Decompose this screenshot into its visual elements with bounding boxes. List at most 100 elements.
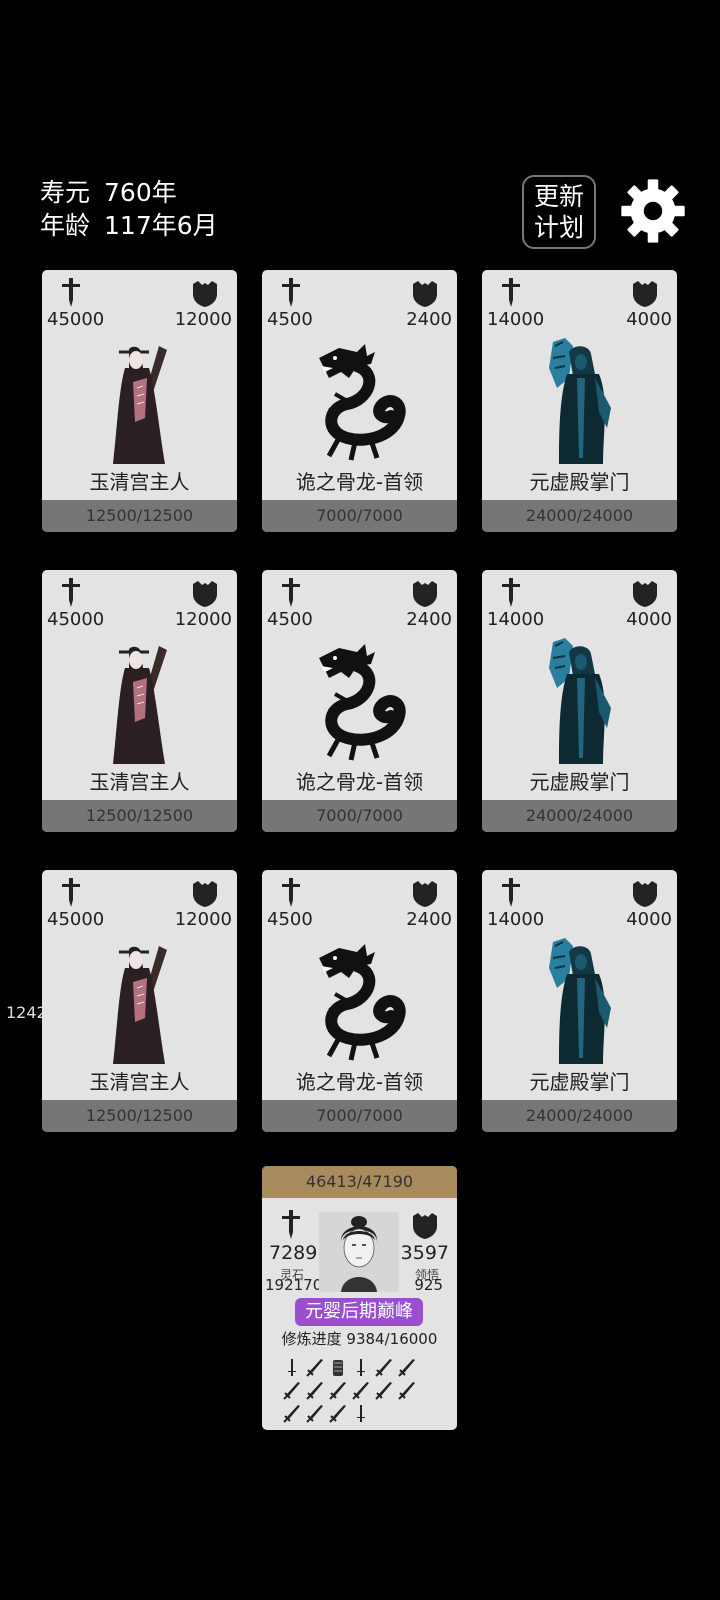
enemy-attack: 14000 (487, 909, 545, 930)
shield-defense-icon (413, 1213, 437, 1239)
enemy-portrait (309, 638, 409, 766)
enemy-name: 元虚殿掌门 (529, 770, 630, 794)
enemy-hp-bar: 24000/24000 (482, 800, 677, 832)
shield-defense-icon (413, 281, 437, 307)
sword-attack-icon (62, 578, 80, 607)
enemy-attack: 14000 (487, 609, 545, 630)
sword-attack-icon (502, 878, 520, 907)
enemy-portrait (89, 338, 189, 466)
sword-attack-icon (282, 878, 300, 907)
enemy-card[interactable]: 4500 2400 诡之骨龙-首领 7000/7000 (262, 270, 457, 532)
enemy-card[interactable]: 45000 12000 玉清宫主人 12500/12500 (42, 270, 237, 532)
enemy-attack: 45000 (47, 309, 105, 330)
enemy-portrait (529, 938, 629, 1066)
stone-value: 192170 (265, 1276, 323, 1294)
enemy-defense: 4000 (626, 609, 672, 630)
status-panel: 寿元 760年 年龄 117年6月 (40, 176, 218, 242)
sword-item-icon[interactable] (349, 1402, 372, 1425)
weapon-inventory (280, 1356, 440, 1425)
progress-label: 修炼进度 (281, 1330, 342, 1348)
sword-attack-icon (62, 878, 80, 907)
enemy-hp-bar: 7000/7000 (262, 1100, 457, 1132)
enemy-attack: 45000 (47, 909, 105, 930)
sword-item-icon[interactable] (280, 1356, 303, 1379)
enemy-name: 元虚殿掌门 (529, 1070, 630, 1094)
sword-item-icon[interactable] (395, 1379, 418, 1402)
sword-item-icon[interactable] (349, 1356, 372, 1379)
player-avatar (319, 1212, 399, 1292)
enemy-card[interactable]: 14000 4000 元虚殿掌门 24000/24000 (482, 870, 677, 1132)
enemy-defense: 2400 (406, 309, 452, 330)
enemy-name: 玉清宫主人 (89, 1070, 190, 1094)
cultivation-progress: 修炼进度 9384/16000 (262, 1328, 457, 1349)
sword-item-icon[interactable] (303, 1356, 326, 1379)
sword-item-icon[interactable] (372, 1356, 395, 1379)
sword-item-icon[interactable] (326, 1402, 349, 1425)
enemy-portrait (89, 938, 189, 1066)
enemy-defense: 2400 (406, 609, 452, 630)
enemy-card[interactable]: 45000 12000 玉清宫主人 12500/12500 (42, 570, 237, 832)
shield-defense-icon (633, 281, 657, 307)
player-card[interactable]: 46413/47190 7289 3597 灵石 192170 领悟 925 元… (262, 1166, 457, 1430)
lifespan-value: 760年 (104, 178, 177, 207)
enemy-defense: 2400 (406, 909, 452, 930)
enemy-defense: 12000 (174, 609, 232, 630)
sword-item-icon[interactable] (280, 1402, 303, 1425)
enemy-name: 元虚殿掌门 (529, 470, 630, 494)
enemy-defense: 4000 (626, 909, 672, 930)
update-plan-line2: 计划 (533, 213, 584, 242)
enemy-attack: 45000 (47, 609, 105, 630)
enemy-card[interactable]: 14000 4000 元虚殿掌门 24000/24000 (482, 270, 677, 532)
enemy-card[interactable]: 4500 2400 诡之骨龙-首领 7000/7000 (262, 870, 457, 1132)
update-plan-button[interactable]: 更新 计划 (522, 175, 596, 249)
gear-icon[interactable] (620, 178, 686, 244)
enemy-defense: 12000 (174, 909, 232, 930)
player-attack: 7289 (269, 1242, 318, 1264)
realm-badge: 元婴后期巅峰 (295, 1298, 423, 1326)
enemy-portrait (309, 938, 409, 1066)
sword-attack-icon (282, 278, 300, 307)
sword-attack-icon (502, 578, 520, 607)
enemy-attack: 14000 (487, 309, 545, 330)
player-defense: 3597 (400, 1242, 449, 1264)
sword-item-icon[interactable] (349, 1379, 372, 1402)
sword-item-icon[interactable] (280, 1379, 303, 1402)
enemy-hp-bar: 24000/24000 (482, 500, 677, 532)
sword-item-icon[interactable] (303, 1402, 326, 1425)
enemy-hp-bar: 7000/7000 (262, 500, 457, 532)
enemy-attack: 4500 (267, 609, 313, 630)
side-counter: 1242 (6, 1003, 47, 1022)
shield-defense-icon (633, 581, 657, 607)
lifespan-label: 寿元 (40, 178, 91, 207)
sword-attack-icon (282, 578, 300, 607)
enemy-name: 诡之骨龙-首领 (295, 770, 424, 794)
enemy-hp-bar: 12500/12500 (42, 1100, 237, 1132)
sword-item-icon[interactable] (395, 1356, 418, 1379)
enemy-card[interactable]: 45000 12000 玉清宫主人 12500/12500 (42, 870, 237, 1132)
enemy-portrait (529, 638, 629, 766)
enemy-hp-bar: 24000/24000 (482, 1100, 677, 1132)
progress-value: 9384/16000 (346, 1330, 438, 1348)
enemy-card[interactable]: 4500 2400 诡之骨龙-首领 7000/7000 (262, 570, 457, 832)
enemy-card[interactable]: 14000 4000 元虚殿掌门 24000/24000 (482, 570, 677, 832)
age-row: 年龄 117年6月 (40, 209, 218, 242)
sword-item-icon[interactable] (326, 1356, 349, 1379)
wisdom-value: 925 (414, 1276, 443, 1294)
age-label: 年龄 (40, 211, 91, 240)
sword-attack-icon (282, 1210, 300, 1239)
enemy-hp-bar: 7000/7000 (262, 800, 457, 832)
enemy-portrait (309, 338, 409, 466)
enemy-hp-bar: 12500/12500 (42, 800, 237, 832)
sword-attack-icon (502, 278, 520, 307)
shield-defense-icon (193, 581, 217, 607)
age-value: 117年6月 (104, 211, 218, 240)
sword-item-icon[interactable] (326, 1379, 349, 1402)
enemy-name: 玉清宫主人 (89, 770, 190, 794)
enemy-name: 诡之骨龙-首领 (295, 470, 424, 494)
sword-item-icon[interactable] (303, 1379, 326, 1402)
shield-defense-icon (633, 881, 657, 907)
sword-item-icon[interactable] (372, 1379, 395, 1402)
enemy-portrait (89, 638, 189, 766)
shield-defense-icon (193, 281, 217, 307)
player-exp-bar: 46413/47190 (262, 1166, 457, 1198)
